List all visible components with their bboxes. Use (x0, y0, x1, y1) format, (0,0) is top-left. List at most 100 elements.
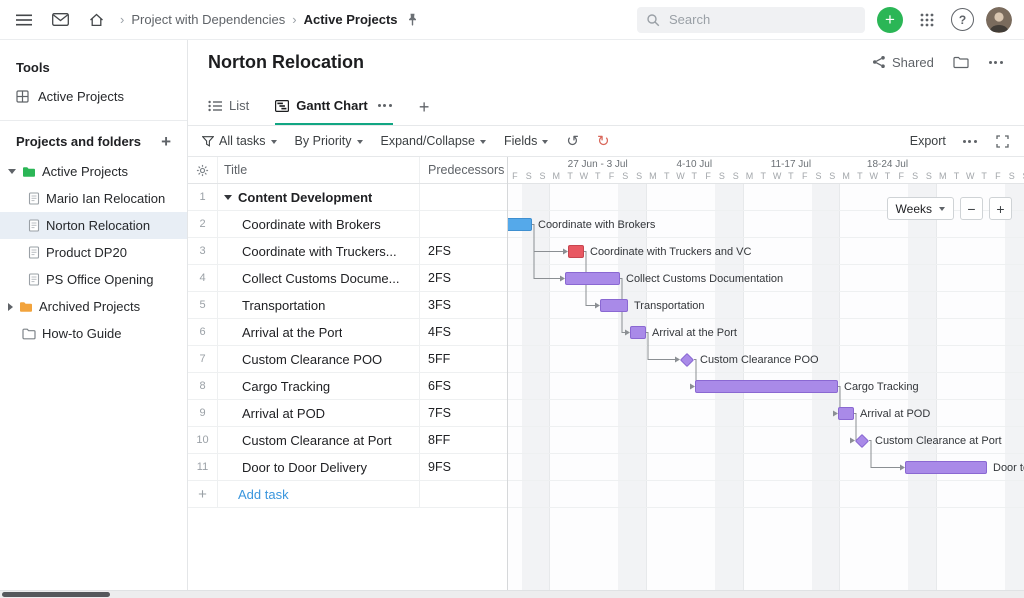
day-letter: T (950, 171, 964, 181)
add-view-button[interactable]: + (419, 98, 430, 125)
task-predecessors[interactable]: 9FS (420, 454, 507, 480)
group-by-dropdown[interactable]: By Priority (295, 134, 363, 148)
hamburger-menu-icon[interactable] (12, 8, 36, 32)
task-row[interactable]: 1Content Development (188, 184, 507, 211)
gantt-milestone-custom-clearance-at-port[interactable] (855, 433, 869, 447)
more-menu-icon[interactable] (988, 61, 1004, 64)
task-title[interactable]: Content Development (218, 184, 420, 210)
inbox-mail-icon[interactable] (48, 8, 72, 32)
task-predecessors[interactable]: 2FS (420, 238, 507, 264)
gantt-bar-coordinate-with-brokers[interactable] (508, 218, 532, 231)
add-project-button[interactable]: + (161, 133, 171, 150)
apps-grid-icon[interactable] (915, 8, 939, 32)
task-row[interactable]: 10Custom Clearance at Port8FF (188, 427, 507, 454)
create-new-button[interactable]: + (877, 7, 903, 33)
add-task-label[interactable]: Add task (218, 481, 420, 507)
folder-actions-icon[interactable] (952, 50, 970, 74)
tab-gantt-chart[interactable]: Gantt Chart (275, 98, 393, 125)
task-row[interactable]: 4Collect Customs Docume...2FS (188, 265, 507, 292)
row-gridline (508, 453, 1024, 454)
column-header-predecessors[interactable]: Predecessors (420, 157, 507, 183)
task-row[interactable]: 9Arrival at POD7FS (188, 400, 507, 427)
sidebar-item-ps-office-opening[interactable]: PS Office Opening (0, 266, 187, 293)
task-row[interactable]: 11Door to Door Delivery9FS (188, 454, 507, 481)
gantt-milestone-custom-clearance-poo[interactable] (680, 352, 694, 366)
task-title[interactable]: Arrival at the Port (218, 319, 420, 345)
home-icon[interactable] (84, 8, 108, 32)
gantt-bar-transportation[interactable] (600, 299, 628, 312)
task-title[interactable]: Arrival at POD (218, 400, 420, 426)
task-row[interactable]: 7Custom Clearance POO5FF (188, 346, 507, 373)
task-row[interactable]: 3Coordinate with Truckers...2FS (188, 238, 507, 265)
pin-icon[interactable] (405, 8, 421, 32)
sidebar-item-norton-relocation[interactable]: Norton Relocation (0, 212, 187, 239)
day-letter: F (605, 171, 619, 181)
sidebar-item-active-projects-tool[interactable]: Active Projects (0, 83, 187, 110)
task-row[interactable]: 2Coordinate with Brokers (188, 211, 507, 238)
sidebar-item-archived-projects[interactable]: Archived Projects (0, 293, 187, 320)
chevron-down-icon[interactable] (8, 169, 16, 174)
timescale-select[interactable]: Weeks (887, 197, 954, 220)
collapse-icon[interactable] (224, 195, 232, 200)
task-predecessors[interactable] (420, 211, 507, 237)
sidebar-item-label: Norton Relocation (46, 218, 150, 233)
user-avatar[interactable] (986, 7, 1012, 33)
task-row[interactable]: 8Cargo Tracking6FS (188, 373, 507, 400)
breadcrumb-root[interactable]: Project with Dependencies (131, 12, 285, 27)
gantt-bar-coordinate-with-truckers-and-vc[interactable] (568, 245, 584, 258)
share-icon (872, 55, 886, 69)
sidebar-item-active-projects[interactable]: Active Projects (0, 158, 187, 185)
row-gridline (508, 507, 1024, 508)
task-title[interactable]: Coordinate with Brokers (218, 211, 420, 237)
zoom-out-button[interactable]: − (960, 197, 983, 220)
gantt-bar-collect-customs-documentation[interactable] (565, 272, 620, 285)
task-title[interactable]: Transportation (218, 292, 420, 318)
task-title[interactable]: Coordinate with Truckers... (218, 238, 420, 264)
filter-dropdown[interactable]: All tasks (202, 134, 277, 148)
help-icon[interactable]: ? (951, 8, 974, 31)
zoom-in-button[interactable]: + (989, 197, 1012, 220)
breadcrumb-current[interactable]: Active Projects (304, 12, 398, 27)
shared-button[interactable]: Shared (872, 55, 934, 70)
task-predecessors[interactable]: 7FS (420, 400, 507, 426)
search-input[interactable] (667, 11, 856, 28)
expand-collapse-dropdown[interactable]: Expand/Collapse (381, 134, 487, 148)
column-header-title[interactable]: Title (218, 157, 420, 183)
export-button[interactable]: Export (910, 134, 946, 148)
scrollbar-thumb[interactable] (2, 592, 110, 597)
tab-menu-icon[interactable] (377, 104, 393, 107)
chevron-right-icon[interactable] (8, 303, 13, 311)
task-row[interactable]: 5Transportation3FS (188, 292, 507, 319)
fullscreen-icon[interactable] (994, 133, 1010, 149)
gantt-bar-cargo-tracking[interactable] (695, 380, 838, 393)
toolbar-more-icon[interactable] (962, 140, 978, 143)
task-predecessors[interactable]: 3FS (420, 292, 507, 318)
fields-dropdown[interactable]: Fields (504, 134, 548, 148)
undo-icon[interactable]: ↺ (566, 134, 579, 149)
task-row[interactable]: 6Arrival at the Port4FS (188, 319, 507, 346)
task-title[interactable]: Custom Clearance POO (218, 346, 420, 372)
task-title[interactable]: Cargo Tracking (218, 373, 420, 399)
sidebar-item-product-dp20[interactable]: Product DP20 (0, 239, 187, 266)
task-title[interactable]: Custom Clearance at Port (218, 427, 420, 453)
task-predecessors[interactable]: 8FF (420, 427, 507, 453)
horizontal-scrollbar[interactable] (0, 590, 1024, 598)
tab-list[interactable]: List (208, 98, 249, 125)
task-predecessors[interactable]: 5FF (420, 346, 507, 372)
add-task-row[interactable]: + Add task (188, 481, 507, 508)
task-title[interactable]: Door to Door Delivery (218, 454, 420, 480)
task-predecessors[interactable]: 6FS (420, 373, 507, 399)
gantt-bar-door-to-door-delivery[interactable] (905, 461, 987, 474)
task-predecessors[interactable] (420, 184, 507, 210)
gantt-bar-arrival-at-pod[interactable] (838, 407, 854, 420)
sidebar-item-mario-ian-relocation[interactable]: Mario Ian Relocation (0, 185, 187, 212)
task-number: 5 (188, 292, 218, 318)
table-settings-gear-icon[interactable] (188, 157, 218, 183)
task-title[interactable]: Collect Customs Docume... (218, 265, 420, 291)
breadcrumb: › Project with Dependencies › Active Pro… (120, 8, 421, 32)
redo-icon[interactable]: ↻ (597, 134, 610, 149)
sidebar-item-how-to-guide[interactable]: How-to Guide (0, 320, 187, 347)
gantt-bar-arrival-at-the-port[interactable] (630, 326, 646, 339)
task-predecessors[interactable]: 2FS (420, 265, 507, 291)
task-predecessors[interactable]: 4FS (420, 319, 507, 345)
